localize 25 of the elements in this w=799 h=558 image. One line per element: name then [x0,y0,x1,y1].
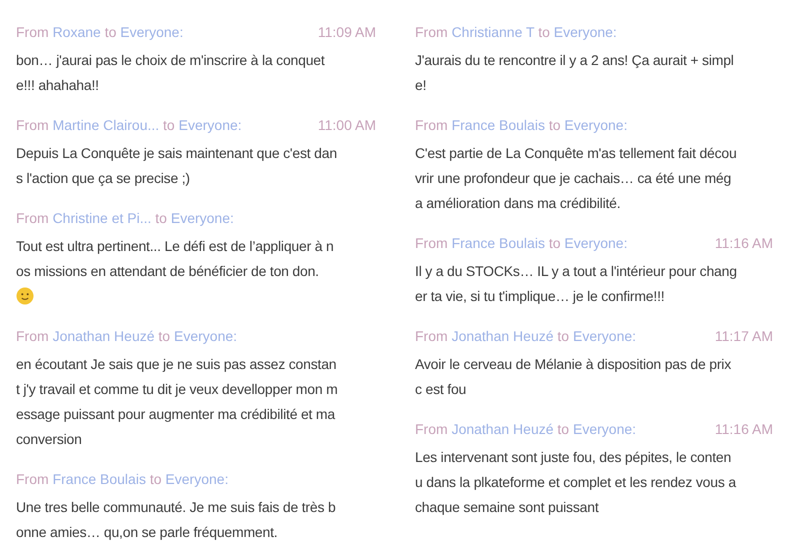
message-text: Les intervenant sont juste fou, des pépites, le conten u dans la plkateforme et complet et les rendez vous a chaque semaine sont puissant [415,448,738,517]
message-text: Tout est ultra pertinent... Le défi est de l’appliquer à n os missions en attendant de bénéficier de ton don. [16,237,335,281]
message-header: From Martine Clairou... to Everyone: [16,116,242,135]
message-text: Il y a du STOCKs… IL y a tout a l'intérieur pour chang er ta vie, si tu t'implique… je le confirme!!! [415,262,738,306]
message-header: From Christianne T to Everyone: [415,23,617,42]
message-header: From Roxane to Everyone: [16,23,184,42]
message-text: Avoir le cerveau de Mélanie à disposition pas de prix c est fou [415,355,732,399]
message-header: From France Boulais to Everyone: [415,234,628,253]
message-time: 11:16 AM [714,420,773,439]
message-time: 11:09 AM [318,23,376,42]
message-header: From Jonathan Heuzé to Everyone: [16,327,238,346]
message-header: From Jonathan Heuzé to Everyone: [415,327,636,346]
message-text: Une tres belle communauté. Je me suis fais de très b onne amies… qu,on se parle fréquemment. [16,498,337,542]
message-text: J'aurais du te rencontre il y a 2 ans! Ça aurait + simpl e! [415,51,735,95]
message-text: Depuis La Conquête je sais maintenant que c'est dan s l'action que ça se precise ;) [16,144,338,188]
message-time: 11:16 AM [714,234,773,253]
message-text: en écoutant Je sais que je ne suis pas assez constan t j'y travail et comme tu dit je veux devellopper mon m essage puissant pour augmenter ma crédibilité et ma conversion [16,355,339,449]
message-header: From France Boulais to Everyone: [16,470,228,489]
message-text: bon… j'aurai pas le choix de m'inscrire à la conquet e!!! ahahaha!! [16,51,326,95]
message-header: From Jonathan Heuzé to Everyone: [415,420,636,439]
message-time: 11:00 AM [318,116,376,135]
message-text: C'est partie de La Conquête m'as tellement fait décou vrir une profondeur que je cachais… ca été une még a amélioration dans ma crédibilité. [415,144,738,213]
message-header: From Christine et Pi... to Everyone: [16,209,234,228]
message-time: 11:17 AM [714,327,773,346]
message-header: From France Boulais to Everyone: [415,116,628,135]
